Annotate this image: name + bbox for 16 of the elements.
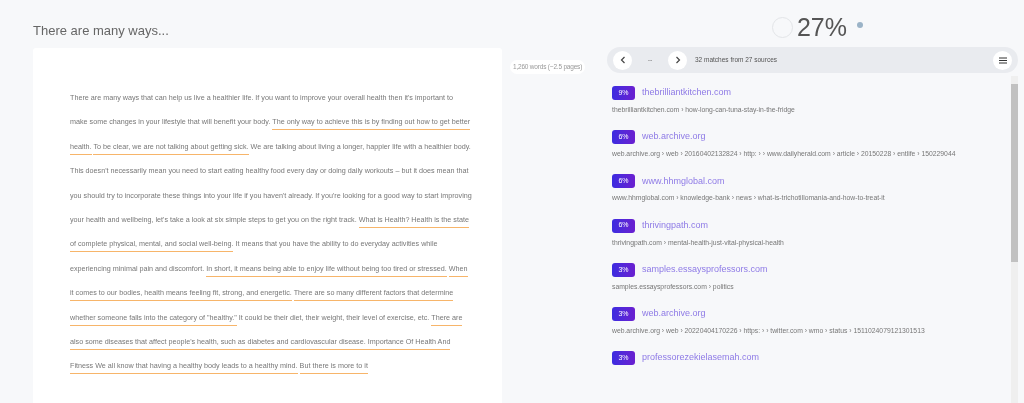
- source-link[interactable]: thebrilliantkitchen.com: [642, 86, 732, 100]
- scrollbar[interactable]: [1011, 76, 1018, 403]
- source-link[interactable]: samples.essaysprofessors.com: [642, 263, 768, 277]
- menu-button[interactable]: [993, 50, 1012, 70]
- source-link[interactable]: professorezekielasemah.com: [642, 351, 760, 365]
- source-link[interactable]: web.archive.org: [642, 307, 706, 321]
- source-link[interactable]: www.hhmglobal.com: [642, 174, 725, 189]
- chevron-left-icon: [619, 56, 626, 64]
- chevron-right-icon: [674, 56, 681, 64]
- source-link[interactable]: thrivingpath.com: [642, 218, 709, 233]
- similarity-score: 27%: [796, 12, 847, 42]
- source-link[interactable]: web.archive.org: [642, 130, 706, 144]
- menu-icon: [998, 56, 1007, 64]
- document-title: There are many ways...: [33, 22, 169, 40]
- previous-button[interactable]: [613, 50, 632, 70]
- next-button[interactable]: [668, 50, 687, 70]
